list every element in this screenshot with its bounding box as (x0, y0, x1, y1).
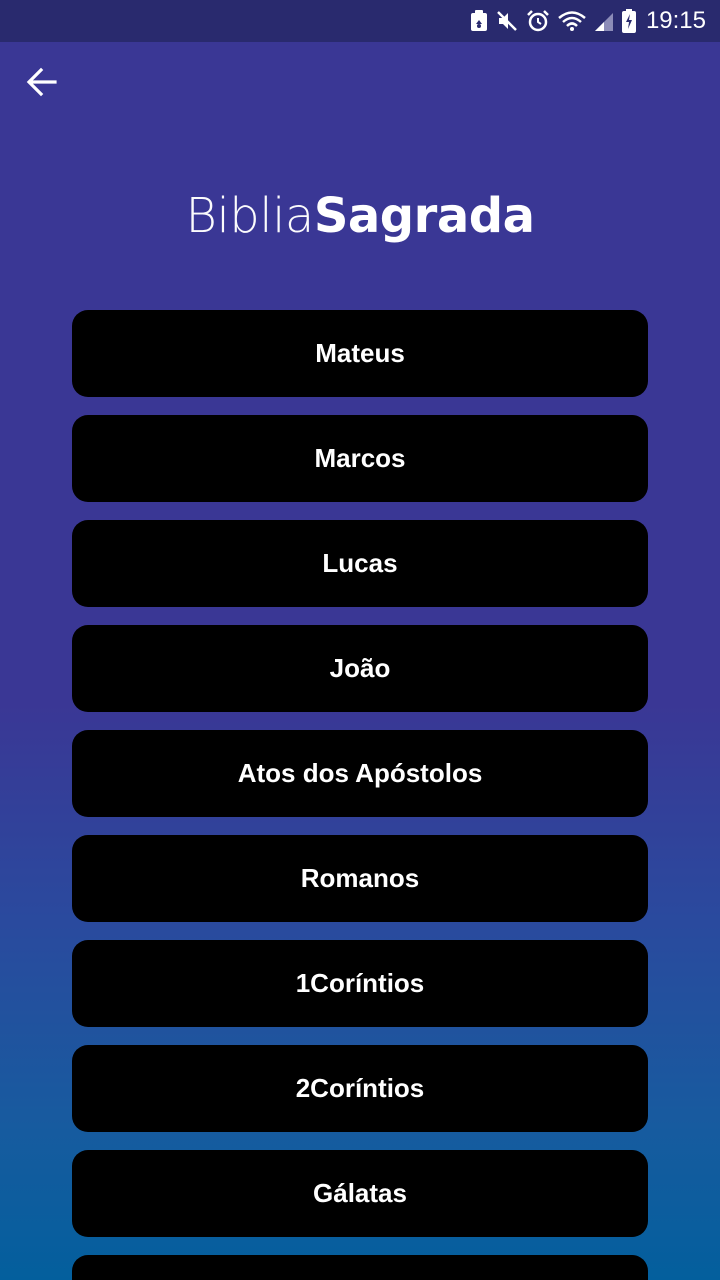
book-button-joao[interactable]: João (72, 625, 648, 712)
book-button-lucas[interactable]: Lucas (72, 520, 648, 607)
book-list: Mateus Marcos Lucas João Atos dos Apósto… (72, 310, 648, 1280)
book-button-2corintios[interactable]: 2Coríntios (72, 1045, 648, 1132)
title-bold: Sagrada (313, 188, 535, 244)
title-light: Biblia (185, 188, 315, 244)
book-button-galatas[interactable]: Gálatas (72, 1150, 648, 1237)
arrow-left-icon (25, 65, 59, 104)
book-button-partial[interactable] (72, 1255, 648, 1280)
battery-charging-icon (621, 9, 636, 33)
back-button[interactable] (20, 62, 64, 106)
book-button-atos[interactable]: Atos dos Apóstolos (72, 730, 648, 817)
book-button-mateus[interactable]: Mateus (72, 310, 648, 397)
status-bar: 19:15 (0, 0, 720, 42)
book-button-romanos[interactable]: Romanos (72, 835, 648, 922)
signal-icon (594, 10, 614, 32)
wifi-icon (558, 10, 586, 32)
alarm-icon (526, 9, 550, 33)
book-button-marcos[interactable]: Marcos (72, 415, 648, 502)
recycle-notification-icon (470, 10, 488, 32)
page-title: BibliaSagrada (0, 186, 720, 246)
status-icons: 19:15 (470, 0, 706, 42)
status-time: 19:15 (645, 7, 706, 34)
book-button-1corintios[interactable]: 1Coríntios (72, 940, 648, 1027)
mute-icon (496, 10, 518, 32)
